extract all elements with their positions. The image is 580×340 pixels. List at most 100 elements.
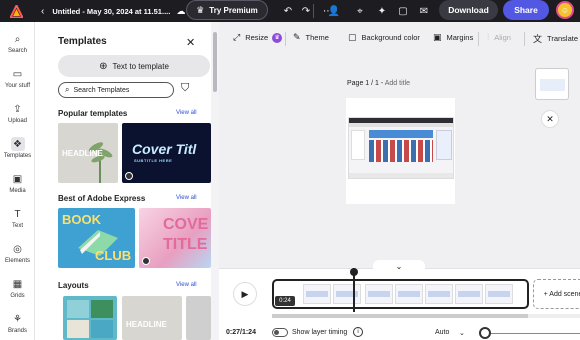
tile-cove-text: COVE [163,216,209,233]
comment-icon[interactable]: ▢ [395,3,411,19]
section-title-layouts: Layouts [58,281,89,290]
frame-content [428,291,450,297]
lightbulb-icon[interactable]: ✦ [374,3,390,19]
frame-content [458,291,480,297]
add-scene-button[interactable]: + Add scene [533,279,580,309]
rail-item-your-stuff[interactable]: ▭ Your stuff [0,67,35,90]
resize-button[interactable]: ⤢ Resize ♛ [233,32,283,43]
template-tile-headline[interactable]: HEADLINE [58,123,118,183]
undo-icon[interactable]: ↶ [280,3,296,19]
cloud-icon[interactable]: ☁ [176,6,185,17]
align-button[interactable]: ⫶ Align [487,32,511,43]
rail-item-search[interactable]: ⌕ Search [0,32,35,55]
layout-tile-partial[interactable] [186,296,211,340]
layer-timing-toggle[interactable] [272,328,288,337]
chevron-down-icon[interactable]: ⌄ [373,260,425,273]
translate-label: Translate [547,34,579,43]
rail-item-templates[interactable]: ❖ Templates [0,137,35,159]
zoom-slider-knob[interactable] [479,327,491,339]
template-tile-book-club[interactable]: BOOK CLUB [58,208,135,268]
toolbar-divider [524,32,525,46]
brands-icon: ⚘ [13,313,22,325]
template-tile-cover-title-2[interactable]: COVE TITLE [139,208,211,268]
template-tile-cover-title[interactable]: Cover Titl SUBTITLE HERE [122,123,211,183]
tile-headline-text: HEADLINE [126,320,167,329]
share-button[interactable]: Share [503,0,549,20]
chevron-down-icon[interactable]: ⌄ [459,329,465,337]
add-title-link[interactable]: Add title [385,80,410,87]
video-badge-icon [142,257,150,265]
text-to-template-button[interactable]: ⊕ Text to template [58,55,210,77]
tile-headline-text: HEADLINE [62,149,103,158]
scene-frame [395,284,423,304]
rail-item-label: Search [7,48,27,54]
media-icon: ▣ [12,173,23,185]
timeline-scrollbar[interactable] [272,314,580,318]
scrollbar-thumb[interactable] [272,314,528,318]
panel-scrollbar[interactable] [211,22,219,340]
margins-icon: ▣ [433,32,442,42]
zoom-slider-track[interactable] [486,333,580,334]
auto-select[interactable]: Auto [435,329,449,336]
adobe-express-logo[interactable] [9,4,23,18]
translate-icon: 文 [533,34,543,44]
add-user-icon[interactable]: 👤 [326,3,342,19]
layout-tile-pool[interactable] [63,296,117,340]
close-icon[interactable]: ✕ [186,36,195,49]
playhead[interactable] [353,268,356,312]
time-readout: 0:27/1:24 [226,329,256,336]
try-premium-button[interactable]: ♛ Try Premium [186,0,268,20]
back-chevron-icon[interactable]: ‹ [41,6,44,17]
download-button[interactable]: Download [439,0,498,20]
rail-item-grids[interactable]: ▦ Grids [0,277,35,300]
page-label[interactable]: Page 1 / 1 - Add title [347,80,410,87]
translate-button[interactable]: 文 Translate [533,32,578,45]
rail-item-text[interactable]: T Text [0,207,35,230]
layout-photo [67,300,89,318]
view-all-link[interactable]: View all [176,195,197,201]
background-color-button[interactable]: ▢ Background color [348,32,420,43]
view-all-link[interactable]: View all [176,110,197,116]
scene-strip[interactable] [272,279,529,309]
layout-tile-headline[interactable]: HEADLINE [122,296,182,340]
toolbar-divider [313,4,314,18]
embedded-panel [436,130,452,160]
rail-item-elements[interactable]: ◎ Elements [0,242,35,265]
close-icon[interactable]: ✕ [541,110,559,128]
frame-content [306,291,328,297]
margins-button[interactable]: ▣ Margins [433,32,473,43]
scrollbar-thumb[interactable] [213,32,217,92]
duration-badge: 0:24 [275,296,295,306]
avatar[interactable]: ☺ [556,1,574,19]
toolbar-divider [285,32,286,46]
video-badge-icon [125,172,133,180]
filter-icon[interactable]: ⛉ [181,82,189,95]
page-thumbnail[interactable] [535,68,569,100]
folder-icon: ▭ [12,68,23,80]
scene-frame [455,284,483,304]
theme-button[interactable]: ✎ Theme [293,32,329,43]
rail-item-label: Your stuff [4,83,31,89]
thumbnail-content [540,79,565,91]
gift-icon[interactable]: ✉ [416,3,432,19]
text-icon: T [14,208,21,220]
play-button[interactable]: ▶ [233,282,257,306]
document-title[interactable]: Untitled - May 30, 2024 at 11.51.... [52,7,170,16]
rail-item-upload[interactable]: ⇪ Upload [0,102,35,125]
canvas-page[interactable] [346,98,455,204]
scene-frame [365,284,393,304]
grids-icon: ▦ [12,278,23,290]
left-rail: ⌕ Search ▭ Your stuff ⇪ Upload ❖ Templat… [0,22,35,340]
templates-icon: ❖ [10,137,25,151]
rail-item-media[interactable]: ▣ Media [0,172,35,195]
view-all-link[interactable]: View all [176,282,197,288]
search-templates-input[interactable]: ⌕ Search Templates [58,82,174,98]
info-icon[interactable]: i [353,327,363,337]
try-premium-label: Try Premium [209,5,258,15]
pin-icon[interactable]: ⌖ [352,3,368,19]
resize-label: Resize [245,33,269,42]
rail-item-brands[interactable]: ⚘ Brands [0,312,35,335]
scene-frame [485,284,513,304]
embedded-screenshot[interactable] [348,117,454,179]
redo-icon[interactable]: ↷ [298,3,314,19]
